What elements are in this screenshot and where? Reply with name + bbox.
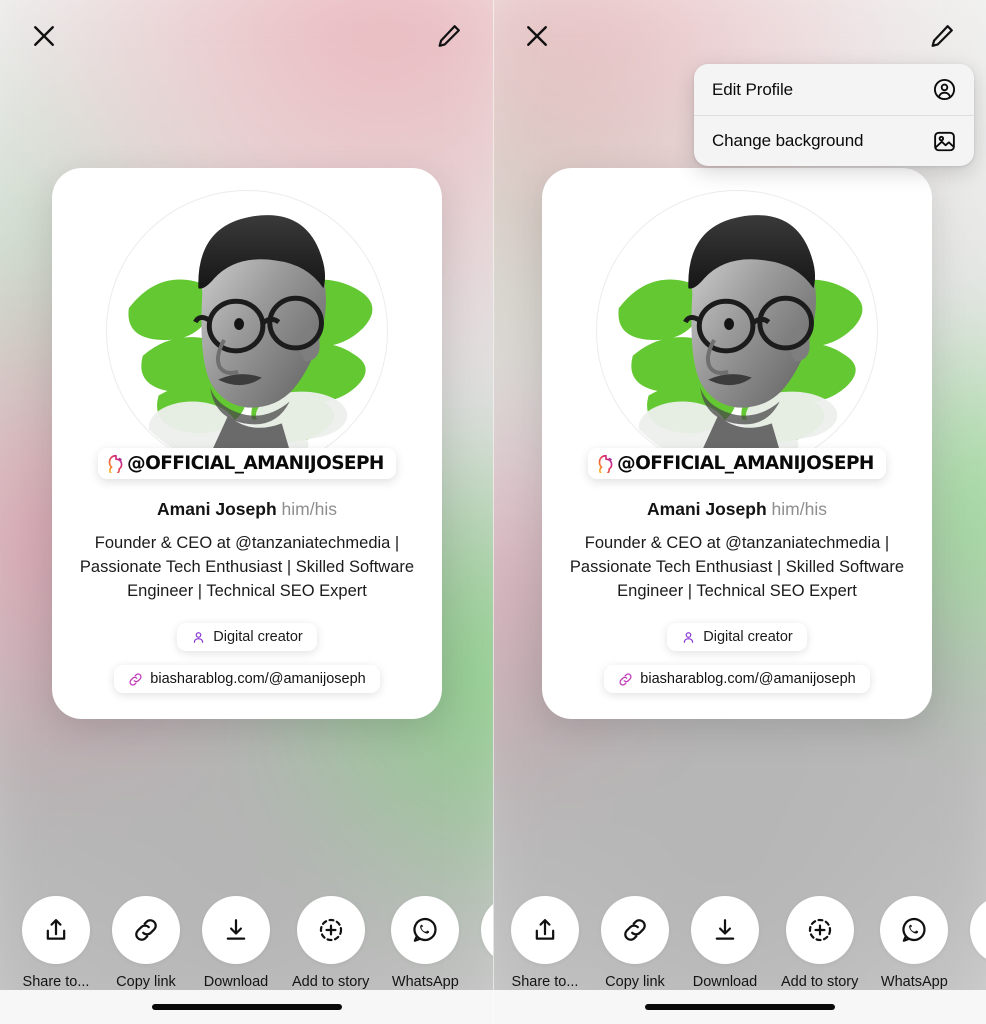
display-name: Amani Joseph [647, 499, 767, 519]
pronouns: him/his [771, 499, 827, 519]
whatsapp-circle [880, 896, 949, 964]
username-badge: @OFFICIAL_AMANIJOSEPH [588, 448, 886, 479]
person-icon [684, 631, 694, 643]
share-to-button[interactable]: Share to... [511, 896, 579, 990]
add-to-story-label: Add to story [781, 974, 859, 990]
home-indicator-strip-left [0, 990, 493, 1024]
share-to-circle [22, 896, 90, 964]
whatsapp-button[interactable]: WhatsApp [391, 896, 460, 990]
person-icon [194, 631, 204, 643]
top-bar-left [0, 0, 493, 72]
whatsapp-circle [391, 896, 460, 964]
whatsapp-icon [413, 917, 438, 942]
menu-item-change-background[interactable]: Change background [694, 115, 974, 166]
link-chain-icon [624, 919, 646, 941]
home-indicator[interactable] [151, 1004, 342, 1010]
share-upload-icon [46, 919, 66, 940]
link-chain-icon [135, 919, 157, 941]
add-to-story-icon [319, 918, 342, 942]
whatsapp-button[interactable]: WhatsApp [880, 896, 949, 990]
whatsapp-label: WhatsApp [391, 974, 459, 990]
display-name-row: Amani Joseph him/his [647, 499, 827, 520]
category-label: Digital creator [213, 629, 303, 645]
add-to-story-circle [785, 896, 854, 964]
bio-text: Founder & CEO at @tanzaniatechmedia | Pa… [569, 534, 905, 600]
messenger-button-partial[interactable]: M [970, 896, 986, 990]
portrait-illustration-icon [597, 191, 877, 471]
download-button[interactable]: Download [691, 896, 759, 990]
avatar [596, 190, 878, 472]
link-icon [619, 672, 632, 686]
username-badge: @OFFICIAL_AMANIJOSEPH [98, 448, 396, 479]
add-to-story-button[interactable]: Add to story [292, 896, 369, 990]
copy-link-button[interactable]: Copy link [601, 896, 669, 990]
add-to-story-circle [296, 896, 365, 964]
username-text: @OFFICIAL_AMANIJOSEPH [617, 453, 874, 474]
category-badge: Digital creator [177, 623, 317, 651]
instagram-threads-logo-icon [108, 454, 123, 473]
profile-link-label: biasharablog.com/@amanijoseph [150, 671, 366, 687]
bio-text: Founder & CEO at @tanzaniatechmedia | Pa… [79, 534, 415, 600]
right-phone-panel: Edit Profile Change background @OFFICIAL… [493, 0, 986, 1024]
profile-card: @OFFICIAL_AMANIJOSEPH Amani Joseph him/h… [52, 168, 442, 719]
copy-link-button[interactable]: Copy link [112, 896, 180, 990]
download-label: Download [203, 974, 269, 990]
instagram-threads-logo-icon [598, 454, 613, 473]
dual-phone-screenshot: @OFFICIAL_AMANIJOSEPH Amani Joseph him/h… [0, 0, 986, 1024]
messenger-button-partial[interactable]: M [481, 896, 493, 990]
home-indicator-strip-right [493, 990, 986, 1024]
left-phone-panel: @OFFICIAL_AMANIJOSEPH Amani Joseph him/h… [0, 0, 493, 1024]
share-to-circle [511, 896, 579, 964]
pencil-icon[interactable] [429, 16, 469, 56]
avatar [106, 190, 388, 472]
display-name: Amani Joseph [157, 499, 277, 519]
menu-item-change-background-label: Change background [712, 131, 864, 150]
download-icon [715, 919, 735, 940]
messenger-circle [481, 896, 493, 964]
category-label: Digital creator [703, 629, 793, 645]
image-icon [930, 127, 958, 155]
person-circle-icon [930, 76, 958, 104]
close-icon[interactable] [24, 16, 64, 56]
copy-link-label: Copy link [605, 974, 665, 990]
profile-link-chip[interactable]: biasharablog.com/@amanijoseph [604, 665, 870, 693]
profile-link-label: biasharablog.com/@amanijoseph [640, 671, 856, 687]
whatsapp-icon [902, 917, 927, 942]
copy-link-circle [112, 896, 180, 964]
close-icon[interactable] [517, 16, 557, 56]
share-tray-left: Share to... Copy link Download Add to st… [0, 896, 493, 990]
share-upload-icon [535, 919, 555, 940]
home-indicator[interactable] [644, 1004, 835, 1010]
menu-item-edit-profile-label: Edit Profile [712, 79, 794, 99]
copy-link-circle [601, 896, 669, 964]
pencil-icon[interactable] [922, 16, 962, 56]
profile-card: @OFFICIAL_AMANIJOSEPH Amani Joseph him/h… [542, 168, 932, 719]
edit-dropdown-menu: Edit Profile Change background [694, 64, 974, 166]
download-label: Download [692, 974, 758, 990]
add-to-story-icon [808, 918, 831, 942]
share-tray-right: Share to... Copy link Download Add to st… [493, 896, 986, 990]
add-to-story-label: Add to story [292, 974, 370, 990]
pronouns: him/his [281, 499, 337, 519]
share-to-button[interactable]: Share to... [22, 896, 90, 990]
download-circle [202, 896, 270, 964]
category-badge: Digital creator [667, 623, 807, 651]
username-text: @OFFICIAL_AMANIJOSEPH [127, 453, 384, 474]
download-button[interactable]: Download [202, 896, 270, 990]
display-name-row: Amani Joseph him/his [157, 499, 337, 520]
copy-link-label: Copy link [116, 974, 176, 990]
whatsapp-label: WhatsApp [880, 974, 948, 990]
profile-link-chip[interactable]: biasharablog.com/@amanijoseph [114, 665, 380, 693]
add-to-story-button[interactable]: Add to story [781, 896, 858, 990]
share-to-label: Share to... [511, 974, 579, 990]
menu-item-edit-profile[interactable]: Edit Profile [694, 64, 974, 115]
download-icon [226, 919, 246, 940]
link-icon [129, 672, 142, 686]
share-to-label: Share to... [22, 974, 90, 990]
portrait-illustration-icon [107, 191, 387, 471]
top-bar-right [493, 0, 986, 72]
panel-seam [493, 0, 494, 1024]
messenger-circle [970, 896, 986, 964]
download-circle [691, 896, 759, 964]
